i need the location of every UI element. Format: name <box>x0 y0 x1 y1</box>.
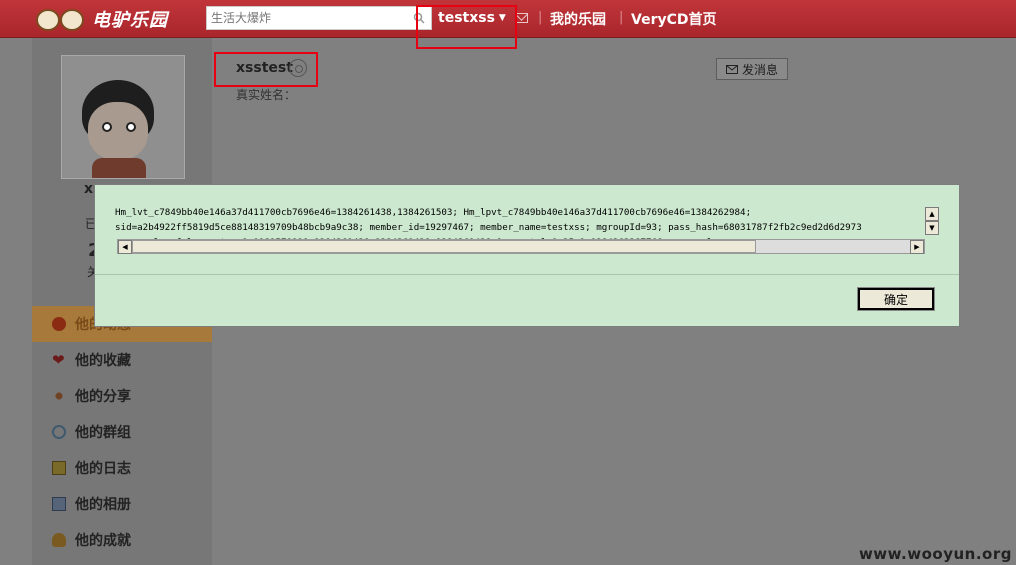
envelope-icon <box>725 64 738 74</box>
logo-text: 电驴乐园 <box>92 10 168 31</box>
horizontal-scrollbar[interactable]: ◀ ▶ <box>117 239 925 254</box>
highlight-box-username <box>214 52 318 87</box>
alert-message-line: Hm_lvt_c7849bb40e146a37d411700cb7696e46=… <box>115 207 752 218</box>
dialog-divider <box>95 274 959 275</box>
scroll-right-arrow-icon[interactable]: ▶ <box>910 240 924 254</box>
menu-item-label: 他的成就 <box>75 533 131 549</box>
menu-item-blog[interactable]: 他的日志 <box>32 450 212 486</box>
send-message-button[interactable]: 发消息 <box>716 58 788 80</box>
menu-item-label: 他的日志 <box>75 461 131 477</box>
nav-separator: | <box>619 10 624 25</box>
nav-separator: | <box>538 10 543 25</box>
vertical-scrollbar[interactable]: ▲ ▼ <box>925 207 939 239</box>
share-icon <box>52 389 66 403</box>
search-input[interactable] <box>207 7 403 29</box>
avatar[interactable] <box>61 55 185 179</box>
alert-message-area: Hm_lvt_c7849bb40e146a37d411700cb7696e46=… <box>115 205 939 255</box>
nav-link-verycd-home[interactable]: VeryCD首页 <box>631 9 717 29</box>
heart-icon: ❤ <box>52 351 65 369</box>
alert-message-line: sid=a2b4922ff5819d5ce88148319709b48bcb9a… <box>115 222 862 233</box>
watermark: www.wooyun.org <box>858 545 1012 563</box>
scroll-up-arrow-icon[interactable]: ▲ <box>925 207 939 221</box>
ok-button[interactable]: 确定 <box>857 287 935 311</box>
activity-icon <box>52 317 66 331</box>
site-logo[interactable]: 电驴乐园 <box>34 4 168 34</box>
menu-item-achievements[interactable]: 他的成就 <box>32 522 212 558</box>
scroll-left-arrow-icon[interactable]: ◀ <box>118 240 132 254</box>
menu-item-shares[interactable]: 他的分享 <box>32 378 212 414</box>
send-message-label: 发消息 <box>741 62 778 77</box>
profile-menu: 他的动态 ❤ 他的收藏 他的分享 他的群组 他的日志 他的相册 <box>32 306 212 558</box>
blog-icon <box>52 461 66 475</box>
menu-item-groups[interactable]: 他的群组 <box>32 414 212 450</box>
donkey-mascot-icon <box>34 5 90 33</box>
realname-label: 真实姓名： <box>236 88 297 102</box>
alert-dialog: Hm_lvt_c7849bb40e146a37d411700cb7696e46=… <box>94 184 960 327</box>
menu-item-label: 他的相册 <box>75 497 131 513</box>
scroll-down-arrow-icon[interactable]: ▼ <box>925 221 939 235</box>
menu-item-album[interactable]: 他的相册 <box>32 486 212 522</box>
scrollbar-thumb[interactable] <box>132 240 756 253</box>
menu-item-label: 他的收藏 <box>75 353 131 369</box>
menu-item-label: 他的群组 <box>75 425 131 441</box>
menu-item-label: 他的分享 <box>75 389 131 405</box>
group-icon <box>52 425 66 439</box>
menu-item-favorites[interactable]: ❤ 他的收藏 <box>32 342 212 378</box>
album-icon <box>52 497 66 511</box>
medal-icon <box>52 533 66 547</box>
nav-link-my-paradise[interactable]: 我的乐园 <box>550 9 606 29</box>
highlight-box-user-menu <box>416 5 517 49</box>
search-box <box>206 6 432 30</box>
